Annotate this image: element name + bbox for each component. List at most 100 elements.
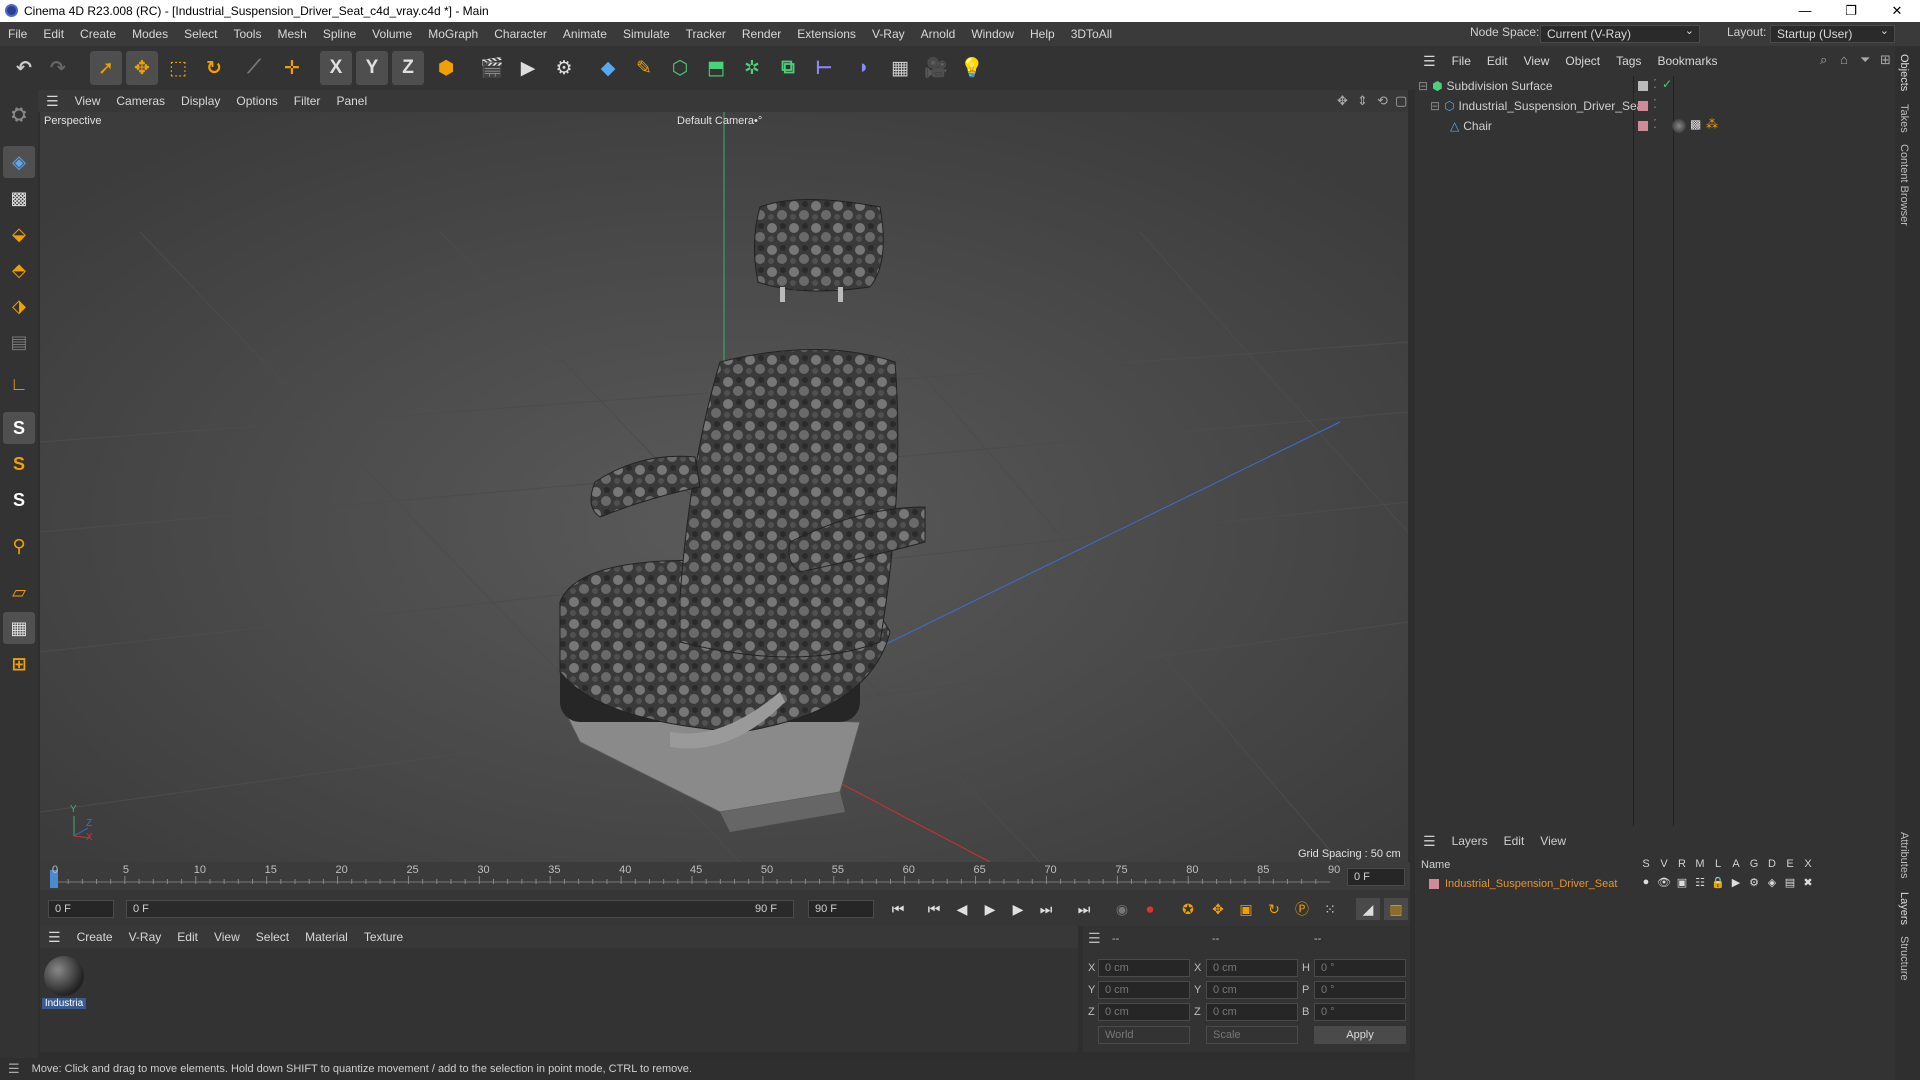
layout-dropdown[interactable]: Startup (User) xyxy=(1770,23,1895,43)
model-mode-button[interactable]: ◈ xyxy=(3,146,35,178)
camera-button[interactable]: 🎥 xyxy=(920,51,952,85)
viewport-menu-panel[interactable]: Panel xyxy=(328,94,375,108)
object-menu-view[interactable]: View xyxy=(1516,54,1558,68)
key-param-button[interactable]: Ⓟ xyxy=(1290,898,1314,920)
object-row-chair[interactable]: △ Chair ⁚ ▩ ⁂ xyxy=(1450,116,1895,136)
menu-3dtoall[interactable]: 3DToAll xyxy=(1063,27,1120,41)
record-button[interactable]: ⏺ xyxy=(1138,898,1162,920)
layer-expressions-icon[interactable]: ▤ xyxy=(1781,876,1799,889)
material-menu-select[interactable]: Select xyxy=(248,930,297,944)
rotate-tool-button[interactable]: ↻ xyxy=(198,51,230,85)
menu-window[interactable]: Window xyxy=(963,27,1022,41)
render-picture-viewer-button[interactable]: ▶ xyxy=(512,51,544,85)
x-axis-lock-button[interactable]: X xyxy=(320,51,352,85)
layer-deformers-icon[interactable]: ◈ xyxy=(1763,876,1781,889)
close-button[interactable]: ✕ xyxy=(1874,0,1920,22)
menu-render[interactable]: Render xyxy=(734,27,789,41)
object-new-window-icon[interactable]: ⊞ xyxy=(1880,52,1891,68)
bend-deformer-button[interactable]: ⊢ xyxy=(808,51,840,85)
key-rotation-button[interactable]: ↻ xyxy=(1262,898,1286,920)
viewport-rotate-icon[interactable]: ⟲ xyxy=(1377,93,1388,109)
cloner-button[interactable]: ✲ xyxy=(736,51,768,85)
viewport-maximize-icon[interactable]: ▢ xyxy=(1395,93,1407,109)
layer-menu-layers[interactable]: Layers xyxy=(1444,834,1496,848)
menu-create[interactable]: Create xyxy=(72,27,124,41)
render-view-button[interactable]: 🎬 xyxy=(476,51,508,85)
object-menu-file[interactable]: File xyxy=(1444,54,1479,68)
y-axis-lock-button[interactable]: Y xyxy=(356,51,388,85)
menu-tools[interactable]: Tools xyxy=(225,27,269,41)
prev-frame-button[interactable]: ◀ xyxy=(950,898,974,920)
viewport-menu-cameras[interactable]: Cameras xyxy=(108,94,173,108)
grid-button[interactable]: ▦ xyxy=(3,612,35,644)
menu-file[interactable]: File xyxy=(0,27,35,41)
layer-color-swatch[interactable] xyxy=(1638,81,1648,91)
start-frame-field[interactable]: 0 F xyxy=(48,900,114,918)
collapse-icon[interactable]: ⊟ xyxy=(1418,79,1428,93)
material-menu-texture[interactable]: Texture xyxy=(356,930,411,944)
polygons-mode-button[interactable]: ⬗ xyxy=(3,290,35,322)
key-pla-button[interactable]: ⁙ xyxy=(1318,898,1342,920)
tab-takes[interactable]: Takes xyxy=(1898,104,1910,133)
next-frame-button[interactable]: ▶ xyxy=(1006,898,1030,920)
material-tag-icon[interactable] xyxy=(1672,119,1686,133)
snap-button[interactable]: S xyxy=(3,412,35,444)
prev-key-button[interactable]: ⏮ xyxy=(922,898,946,920)
axis-mode-button[interactable]: ∟ xyxy=(3,368,35,400)
layer-generators-icon[interactable]: ⚙ xyxy=(1745,876,1763,889)
layer-row[interactable]: Industrial_Suspension_Driver_Seat ● 👁 ▣ … xyxy=(1415,874,1895,894)
layer-animation-icon[interactable]: ▶ xyxy=(1727,876,1745,889)
viewport-menu-display[interactable]: Display xyxy=(173,94,228,108)
menu-mograph[interactable]: MoGraph xyxy=(420,27,486,41)
spline-pen-button[interactable]: ✎ xyxy=(628,51,660,85)
play-button[interactable]: ▶ xyxy=(978,898,1002,920)
menu-edit[interactable]: Edit xyxy=(35,27,72,41)
menu-arnold[interactable]: Arnold xyxy=(913,27,964,41)
timeline-ruler[interactable]: 0 5 10 15 20 25 30 35 40 45 50 55 60 65 70 75 80 85 90 0 F xyxy=(40,862,1410,890)
coord-size-z-field[interactable]: 0 cm xyxy=(1206,1003,1298,1021)
menu-modes[interactable]: Modes xyxy=(124,27,176,41)
layer-lock-icon[interactable]: 🔒 xyxy=(1709,876,1727,889)
material-thumbnail[interactable]: Industria xyxy=(42,956,86,1012)
timeline-view-button[interactable]: ▥ xyxy=(1384,898,1408,920)
object-menu-object[interactable]: Object xyxy=(1557,54,1608,68)
key-position-button[interactable]: ✥ xyxy=(1206,898,1230,920)
layer-menu-edit[interactable]: Edit xyxy=(1496,834,1533,848)
subdivision-surface-button[interactable]: ⬡ xyxy=(664,51,696,85)
mograph-button[interactable]: ⧉ xyxy=(772,51,804,85)
frame-range-slider[interactable]: 0 F 90 F xyxy=(126,900,794,918)
texture-mode-button[interactable]: ▩ xyxy=(3,182,35,214)
apply-button[interactable]: Apply xyxy=(1314,1026,1406,1044)
goto-end-button[interactable]: ⏭ xyxy=(1072,898,1096,920)
viewport-pan-icon[interactable]: ✥ xyxy=(1337,93,1348,109)
move-tool-button[interactable]: ✥ xyxy=(126,51,158,85)
redo-button[interactable]: ↷ xyxy=(42,51,74,85)
minimize-button[interactable]: — xyxy=(1782,0,1828,22)
object-menu-bookmarks[interactable]: Bookmarks xyxy=(1649,54,1725,68)
layer-xref-icon[interactable]: ✖ xyxy=(1799,876,1817,889)
coordinate-system-button[interactable]: ⬢ xyxy=(430,51,462,85)
coord-pos-x-field[interactable]: 0 cm xyxy=(1098,959,1190,977)
viewport-hamburger-icon[interactable]: ☰ xyxy=(38,93,67,110)
object-search-icon[interactable]: ⌕ xyxy=(1820,52,1827,68)
maximize-button[interactable]: ❐ xyxy=(1828,0,1874,22)
menu-mesh[interactable]: Mesh xyxy=(269,27,314,41)
coord-scale-dropdown[interactable]: Scale xyxy=(1206,1026,1298,1044)
object-row-subdivision[interactable]: ⊟ ⬢ Subdivision Surface ⁚ ✓ xyxy=(1418,76,1895,96)
node-space-dropdown[interactable]: Current (V-Ray) xyxy=(1540,23,1700,43)
layer-visible-icon[interactable]: 👁 xyxy=(1655,876,1673,889)
coord-pos-z-field[interactable]: 0 cm xyxy=(1098,1003,1190,1021)
tab-content-browser[interactable]: Content Browser xyxy=(1898,144,1910,226)
material-menu-view[interactable]: View xyxy=(206,930,248,944)
field-button[interactable]: ◗ xyxy=(848,51,880,85)
material-hamburger-icon[interactable]: ☰ xyxy=(40,929,69,946)
material-menu-vray[interactable]: V-Ray xyxy=(121,930,170,944)
camera-label[interactable]: Default Camera•° xyxy=(677,115,762,127)
sculpt-button[interactable]: ⚲ xyxy=(3,530,35,562)
layer-color-swatch[interactable] xyxy=(1638,101,1648,111)
scale-tool-button[interactable]: ⬚ xyxy=(162,51,194,85)
end-frame-field[interactable]: 90 F xyxy=(808,900,874,918)
menu-select[interactable]: Select xyxy=(176,27,225,41)
layer-menu-view[interactable]: View xyxy=(1532,834,1574,848)
goto-start-button[interactable]: ⏮ xyxy=(886,898,910,920)
